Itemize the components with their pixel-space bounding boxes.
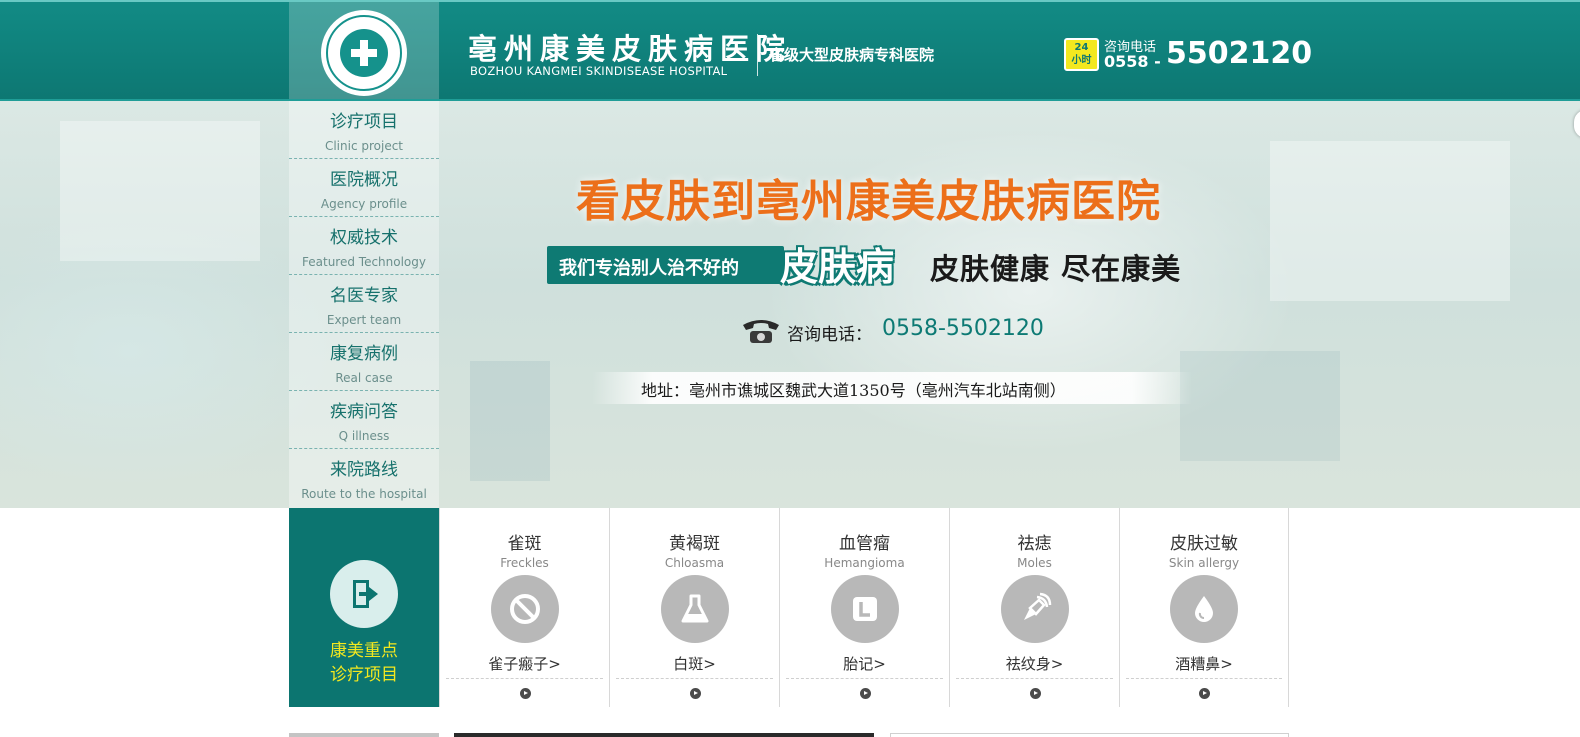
play-arrow-icon[interactable] [859,688,871,699]
hospital-subtitle: 省级大型皮肤病专科医院 [769,46,935,64]
flask-icon [660,575,729,643]
hero-banner[interactable]: 诊疗项目 Clinic project 医院概况 Agency profile … [0,101,1580,508]
telephone-icon [740,316,782,350]
banner-phone-number[interactable]: 0558-5502120 [882,316,1044,341]
droplet-icon [1170,575,1238,643]
title-divider [757,34,758,76]
exit-door-icon [330,560,398,628]
medical-cross-icon [351,39,377,66]
service-sub-link[interactable]: 白斑> [610,653,779,674]
24-hour-badge: 24 小时 [1064,38,1099,71]
play-arrow-icon[interactable] [689,688,701,699]
bottom-section-left [289,733,439,737]
banner-phone-label: 咨询电话： [787,325,872,345]
nav-item-featured-technology[interactable]: 权威技术 Featured Technology [289,217,439,275]
featured-services-box[interactable]: 康美重点 诊疗项目 [289,508,439,707]
key-services: 康美重点 诊疗项目 雀斑 Freckles 雀子瘢子> 黄褐斑 Chloasma… [289,508,1289,708]
hospital-name-en: BOZHOU KANGMEI SKINDISEASE HOSPITAL [470,64,728,78]
background-blur [470,361,550,481]
hospital-address: 地址：亳州市谯城区魏武大道1350号（亳州汽车北站南侧） [641,381,1066,400]
bottom-section-image[interactable] [454,733,874,737]
hospital-logo [321,9,407,96]
service-sub-link[interactable]: 胎记> [780,653,949,674]
nav-item-agency-profile[interactable]: 医院概况 Agency profile [289,159,439,217]
site-header: 亳州康美皮肤病医院 BOZHOU KANGMEI SKINDISEASE HOS… [0,0,1580,103]
badge-hours: 24 [1074,42,1089,53]
feature-title-line1: 康美重点 [330,641,398,661]
play-arrow-icon[interactable] [1199,688,1210,699]
play-arrow-icon[interactable] [1029,688,1041,699]
nav-item-clinic-project[interactable]: 诊疗项目 Clinic project [289,101,439,159]
service-sub-link[interactable]: 祛纹身> [950,653,1119,674]
service-chloasma[interactable]: 黄褐斑 Chloasma 白斑> [609,508,779,707]
nav-item-route[interactable]: 来院路线 Route to the hospital [289,449,439,507]
slogan-left: 我们专治别人治不好的 [559,258,739,279]
service-moles[interactable]: 祛痣 Moles 祛纹身> [949,508,1119,707]
feature-title-line2: 诊疗项目 [330,665,398,685]
nav-item-expert-team[interactable]: 名医专家 Expert team [289,275,439,333]
service-sub-link[interactable]: 酒糟鼻> [1120,653,1288,674]
background-blur [60,121,260,261]
background-blur [1270,141,1510,301]
service-skin-allergy[interactable]: 皮肤过敏 Skin allergy 酒糟鼻> [1119,508,1289,707]
hotline-number[interactable]: 5502120 [1166,36,1312,71]
ban-icon [490,575,559,643]
logo-box[interactable] [289,2,439,103]
slogan-right: 皮肤健康 尽在康美 [930,252,1182,286]
hospital-name-cn: 亳州康美皮肤病医院 [468,32,793,66]
bottom-section-right [890,733,1289,737]
side-navigation: 诊疗项目 Clinic project 医院概况 Agency profile … [289,101,439,508]
service-hemangioma[interactable]: 血管瘤 Hemangioma 胎记> [779,508,949,707]
banner-headline: 看皮肤到亳州康美皮肤病医院 [576,176,1161,227]
nav-item-q-illness[interactable]: 疾病问答 Q illness [289,391,439,449]
nav-item-real-case[interactable]: 康复病例 Real case [289,333,439,391]
pen-nib-icon [1000,575,1069,643]
background-blur [1180,351,1340,461]
letter-l-icon [830,575,899,643]
service-freckles[interactable]: 雀斑 Freckles 雀子瘢子> [439,508,609,707]
service-sub-link[interactable]: 雀子瘢子> [440,653,609,674]
slogan-highlight: 皮肤病 [780,245,895,289]
play-arrow-icon[interactable] [519,688,531,699]
hotline-area-code: 0558 - [1104,52,1161,71]
badge-unit: 小时 [1071,55,1092,66]
